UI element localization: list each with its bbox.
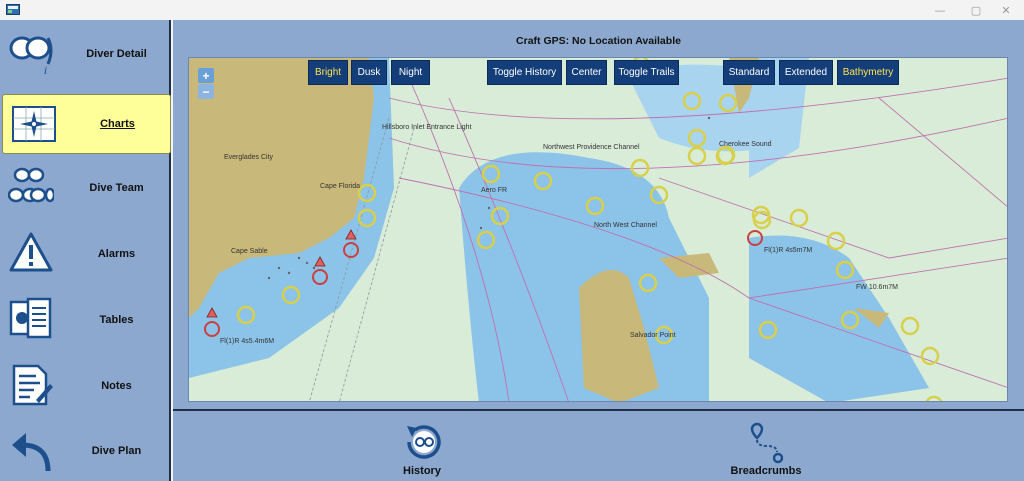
breadcrumbs-route-icon <box>750 422 784 464</box>
sidebar-item-alarms[interactable]: Alarms <box>0 224 171 284</box>
history-icon <box>407 425 441 459</box>
svg-text:i: i <box>44 66 47 76</box>
dive-team-icon <box>8 167 54 203</box>
night-mode-button[interactable]: Night <box>391 60 430 85</box>
sidebar-item-label: Tables <box>99 314 134 326</box>
map-label: Fl(1)R 4s5m7M <box>764 247 813 254</box>
sidebar-item-charts[interactable]: Charts <box>2 94 171 154</box>
sidebar-item-label: Dive Plan <box>91 445 142 457</box>
chart-map-canvas <box>189 58 1007 401</box>
history-label: History <box>403 465 441 477</box>
warning-triangle-icon <box>9 232 53 272</box>
history-button[interactable]: History <box>367 420 477 480</box>
sidebar-item-dive-team[interactable]: Dive Team <box>0 158 171 218</box>
chart-compass-icon <box>12 106 56 142</box>
close-button[interactable]: ✕ <box>988 0 1024 20</box>
section-divider <box>173 409 1024 411</box>
extended-chart-button[interactable]: Extended <box>779 60 833 85</box>
breadcrumbs-label: Breadcrumbs <box>730 465 802 477</box>
sidebar: i Diver Detail Charts Dive Team Alarms T… <box>0 20 171 481</box>
sidebar-item-label: Charts <box>100 118 135 130</box>
map-label: Everglades City <box>224 154 274 161</box>
charts-main-panel: Craft GPS: No Location Available + − Hil… <box>173 20 1024 481</box>
toggle-trails-button[interactable]: Toggle Trails <box>614 60 679 85</box>
zoom-out-button[interactable]: − <box>198 84 214 99</box>
bathymetry-chart-button[interactable]: Bathymetry <box>837 60 899 85</box>
sidebar-item-notes[interactable]: Notes <box>0 356 171 416</box>
breadcrumbs-button[interactable]: Breadcrumbs <box>711 420 821 480</box>
map-label: Aero FR <box>481 187 508 194</box>
bright-mode-button[interactable]: Bright <box>308 60 348 85</box>
sidebar-item-diver-detail[interactable]: i Diver Detail <box>0 24 171 84</box>
map-label: Cape Sable <box>231 248 268 255</box>
zoom-in-button[interactable]: + <box>198 68 214 83</box>
sidebar-item-label: Dive Team <box>89 182 144 194</box>
diver-mask-icon: i <box>9 36 53 76</box>
sidebar-item-label: Diver Detail <box>86 48 147 60</box>
map-label: Fl(1)R 4s5.4m6M <box>220 338 275 345</box>
sidebar-item-dive-plan[interactable]: Dive Plan <box>0 421 171 481</box>
minimize-button[interactable]: — <box>922 0 958 20</box>
map-label: Salvador Point <box>630 332 676 339</box>
toggle-history-button[interactable]: Toggle History <box>487 60 562 85</box>
dive-tables-icon <box>9 297 52 339</box>
map-label: Cape Florida <box>320 183 361 190</box>
sidebar-item-tables[interactable]: Tables <box>0 290 171 350</box>
sidebar-item-label: Notes <box>101 380 132 392</box>
map-label: Hillsboro Inlet Entrance Light <box>382 124 472 131</box>
map-label: North West Channel <box>594 222 657 229</box>
map-label: Cherokee Sound <box>719 141 772 148</box>
nautical-chart-map[interactable]: + − Hillsboro Inlet Entrance Light Everg… <box>188 57 1008 402</box>
center-button[interactable]: Center <box>566 60 607 85</box>
notes-icon <box>12 364 53 406</box>
back-arrow-icon <box>12 433 51 472</box>
gps-status-text: Craft GPS: No Location Available <box>516 35 681 47</box>
app-icon <box>6 4 20 15</box>
map-label: Northwest Providence Channel <box>543 144 640 151</box>
sidebar-item-label: Alarms <box>97 248 136 260</box>
window-title-bar: — ▢ ✕ <box>0 0 1024 20</box>
map-label: FW 10.6m7M <box>856 284 899 291</box>
dusk-mode-button[interactable]: Dusk <box>351 60 387 85</box>
standard-chart-button[interactable]: Standard <box>723 60 775 85</box>
